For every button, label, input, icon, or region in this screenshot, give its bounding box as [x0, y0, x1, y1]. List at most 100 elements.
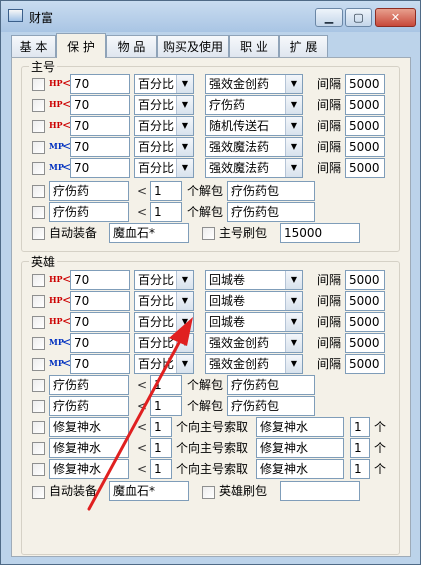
- dropdown-arrow-icon[interactable]: ▼: [285, 355, 302, 373]
- hero-item-dropdown[interactable]: 回城卷 ▼: [205, 312, 303, 332]
- hero-interval-input[interactable]: 5000: [345, 270, 385, 290]
- main-interval-input[interactable]: 5000: [345, 158, 385, 178]
- hero-request-checkbox[interactable]: [32, 421, 45, 434]
- main-threshold-input[interactable]: 70: [70, 95, 130, 115]
- dropdown-arrow-icon[interactable]: ▼: [285, 334, 302, 352]
- main-unpack-count-input[interactable]: 1: [150, 202, 182, 222]
- hero-item-dropdown[interactable]: 回城卷 ▼: [205, 270, 303, 290]
- tab-profession[interactable]: 职 业: [229, 35, 279, 57]
- main-rule-checkbox[interactable]: [32, 162, 45, 175]
- hero-mode-dropdown[interactable]: 百分比 ▼: [134, 333, 194, 353]
- hero-refresh-input[interactable]: [280, 481, 360, 501]
- hero-unpack-checkbox[interactable]: [32, 379, 45, 392]
- main-threshold-input[interactable]: 70: [70, 137, 130, 157]
- hero-item-dropdown[interactable]: 强效金创药 ▼: [205, 354, 303, 374]
- hero-request-amount-input[interactable]: 1: [350, 459, 370, 479]
- dropdown-arrow-icon[interactable]: ▼: [176, 96, 193, 114]
- main-rule-checkbox[interactable]: [32, 120, 45, 133]
- main-mode-dropdown[interactable]: 百分比 ▼: [134, 74, 194, 94]
- hero-interval-input[interactable]: 5000: [345, 354, 385, 374]
- dropdown-arrow-icon[interactable]: ▼: [285, 117, 302, 135]
- dropdown-arrow-icon[interactable]: ▼: [176, 355, 193, 373]
- hero-request-count-input[interactable]: 1: [150, 459, 172, 479]
- hero-request-item-input[interactable]: 修复神水: [49, 438, 129, 458]
- hero-mode-dropdown[interactable]: 百分比 ▼: [134, 270, 194, 290]
- hero-mode-dropdown[interactable]: 百分比 ▼: [134, 291, 194, 311]
- dropdown-arrow-icon[interactable]: ▼: [176, 159, 193, 177]
- dropdown-arrow-icon[interactable]: ▼: [176, 292, 193, 310]
- main-item-dropdown[interactable]: 强效魔法药 ▼: [205, 158, 303, 178]
- main-threshold-input[interactable]: 70: [70, 158, 130, 178]
- main-rule-checkbox[interactable]: [32, 141, 45, 154]
- dropdown-arrow-icon[interactable]: ▼: [285, 313, 302, 331]
- dropdown-arrow-icon[interactable]: ▼: [176, 75, 193, 93]
- hero-request-target-input[interactable]: 修复神水: [256, 459, 344, 479]
- tab-extend[interactable]: 扩 展: [279, 35, 328, 57]
- hero-interval-input[interactable]: 5000: [345, 312, 385, 332]
- main-unpack-item-input[interactable]: 疗伤药: [49, 181, 129, 201]
- hero-rule-checkbox[interactable]: [32, 295, 45, 308]
- hero-request-count-input[interactable]: 1: [150, 438, 172, 458]
- hero-request-amount-input[interactable]: 1: [350, 438, 370, 458]
- maximize-button[interactable]: ▢: [345, 8, 372, 27]
- tab-purchase-use[interactable]: 购买及使用: [157, 35, 229, 57]
- hero-rule-checkbox[interactable]: [32, 358, 45, 371]
- tab-items[interactable]: 物 品: [106, 35, 157, 57]
- main-rule-checkbox[interactable]: [32, 99, 45, 112]
- dropdown-arrow-icon[interactable]: ▼: [285, 271, 302, 289]
- tab-basic[interactable]: 基 本: [11, 35, 56, 57]
- tab-protect[interactable]: 保 护: [56, 33, 106, 58]
- dropdown-arrow-icon[interactable]: ▼: [285, 159, 302, 177]
- hero-item-dropdown[interactable]: 强效金创药 ▼: [205, 333, 303, 353]
- hero-item-dropdown[interactable]: 回城卷 ▼: [205, 291, 303, 311]
- hero-threshold-input[interactable]: 70: [70, 354, 130, 374]
- hero-auto-equip-checkbox[interactable]: [32, 486, 45, 499]
- main-mode-dropdown[interactable]: 百分比 ▼: [134, 137, 194, 157]
- main-item-dropdown[interactable]: 强效金创药 ▼: [205, 74, 303, 94]
- hero-request-target-input[interactable]: 修复神水: [256, 438, 344, 458]
- hero-request-count-input[interactable]: 1: [150, 417, 172, 437]
- main-unpack-package-input[interactable]: 疗伤药包: [227, 202, 315, 222]
- dropdown-arrow-icon[interactable]: ▼: [176, 334, 193, 352]
- minimize-button[interactable]: ▁: [315, 8, 343, 27]
- hero-unpack-item-input[interactable]: 疗伤药: [49, 396, 129, 416]
- hero-threshold-input[interactable]: 70: [70, 333, 130, 353]
- main-item-dropdown[interactable]: 疗伤药 ▼: [205, 95, 303, 115]
- main-auto-equip-checkbox[interactable]: [32, 227, 45, 240]
- main-rule-checkbox[interactable]: [32, 78, 45, 91]
- main-unpack-package-input[interactable]: 疗伤药包: [227, 181, 315, 201]
- main-unpack-checkbox[interactable]: [32, 206, 45, 219]
- main-item-dropdown[interactable]: 强效魔法药 ▼: [205, 137, 303, 157]
- main-interval-input[interactable]: 5000: [345, 95, 385, 115]
- main-mode-dropdown[interactable]: 百分比 ▼: [134, 116, 194, 136]
- hero-threshold-input[interactable]: 70: [70, 291, 130, 311]
- hero-threshold-input[interactable]: 70: [70, 270, 130, 290]
- dropdown-arrow-icon[interactable]: ▼: [285, 75, 302, 93]
- hero-unpack-item-input[interactable]: 疗伤药: [49, 375, 129, 395]
- dropdown-arrow-icon[interactable]: ▼: [176, 138, 193, 156]
- main-item-dropdown[interactable]: 随机传送石 ▼: [205, 116, 303, 136]
- main-refresh-input[interactable]: 15000: [280, 223, 360, 243]
- main-unpack-checkbox[interactable]: [32, 185, 45, 198]
- hero-rule-checkbox[interactable]: [32, 337, 45, 350]
- dropdown-arrow-icon[interactable]: ▼: [285, 96, 302, 114]
- hero-request-amount-input[interactable]: 1: [350, 417, 370, 437]
- main-unpack-count-input[interactable]: 1: [150, 181, 182, 201]
- hero-threshold-input[interactable]: 70: [70, 312, 130, 332]
- main-interval-input[interactable]: 5000: [345, 74, 385, 94]
- main-interval-input[interactable]: 5000: [345, 116, 385, 136]
- hero-unpack-package-input[interactable]: 疗伤药包: [227, 375, 315, 395]
- hero-mode-dropdown[interactable]: 百分比 ▼: [134, 312, 194, 332]
- dropdown-arrow-icon[interactable]: ▼: [285, 138, 302, 156]
- hero-request-checkbox[interactable]: [32, 463, 45, 476]
- dropdown-arrow-icon[interactable]: ▼: [285, 292, 302, 310]
- hero-unpack-package-input[interactable]: 疗伤药包: [227, 396, 315, 416]
- main-auto-equip-input[interactable]: 魔血石*: [109, 223, 189, 243]
- main-interval-input[interactable]: 5000: [345, 137, 385, 157]
- hero-interval-input[interactable]: 5000: [345, 333, 385, 353]
- dropdown-arrow-icon[interactable]: ▼: [176, 117, 193, 135]
- hero-request-target-input[interactable]: 修复神水: [256, 417, 344, 437]
- main-mode-dropdown[interactable]: 百分比 ▼: [134, 95, 194, 115]
- close-button[interactable]: ✕: [375, 8, 416, 27]
- hero-request-item-input[interactable]: 修复神水: [49, 417, 129, 437]
